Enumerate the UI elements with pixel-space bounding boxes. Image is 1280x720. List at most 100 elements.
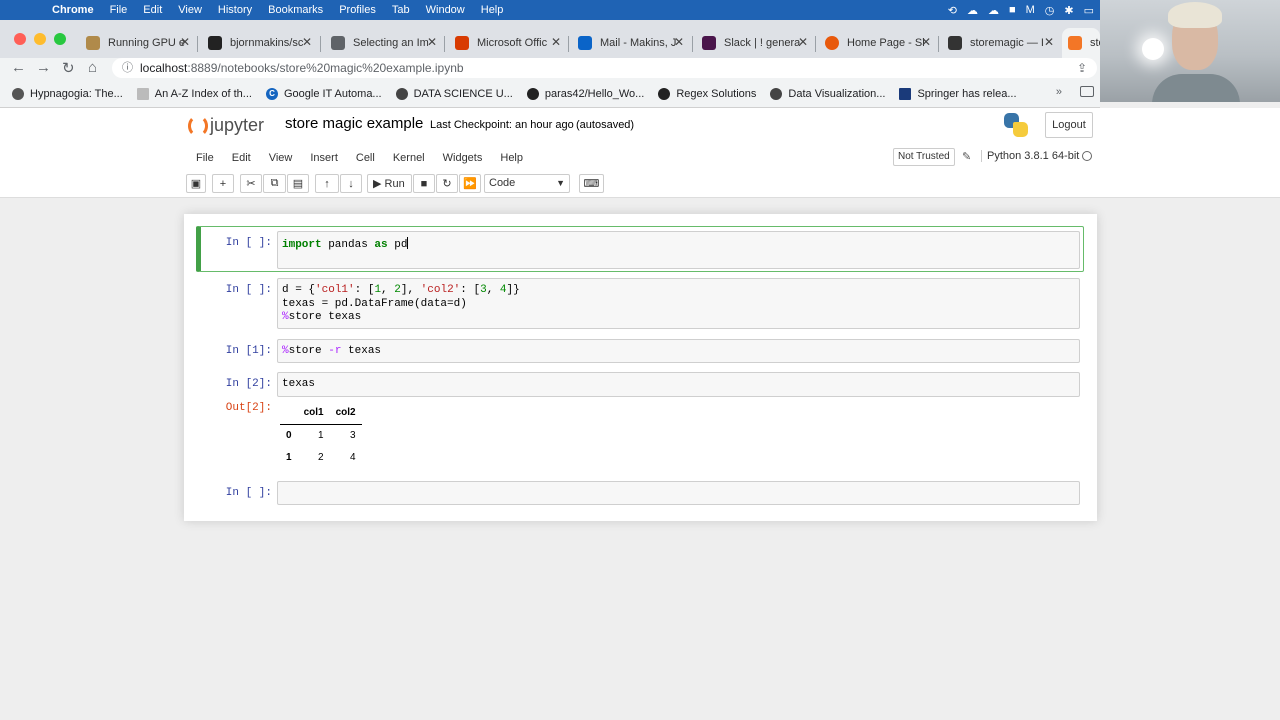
browser-tab[interactable]: bjornmakins/sc ✕ xyxy=(202,28,318,58)
command-palette-button[interactable]: ⌨ xyxy=(579,174,604,193)
close-icon[interactable]: ✕ xyxy=(798,35,808,49)
battery-icon[interactable]: ▭ xyxy=(1084,4,1094,17)
browser-tab[interactable]: storemagic — I ✕ xyxy=(942,28,1060,58)
maximize-window-button[interactable] xyxy=(54,33,66,45)
run-button[interactable]: ▶ Run xyxy=(367,174,412,193)
code-cell-3[interactable]: %store -r texas xyxy=(277,339,1080,363)
bookmark-item[interactable]: An A-Z Index of th... xyxy=(136,87,252,100)
info-icon[interactable]: ⓘ xyxy=(122,58,133,78)
cell-type-select[interactable]: Code ▼ xyxy=(484,174,570,193)
address-bar[interactable]: ⓘ localhost:8889/notebooks/store%20magic… xyxy=(112,58,1097,78)
mirror-icon[interactable]: ⟲ xyxy=(948,4,957,17)
tab-strip: Running GPU e ✕ bjornmakins/sc ✕ Selecting… xyxy=(0,20,1100,58)
share-icon[interactable]: ⇪ xyxy=(1077,58,1087,78)
forward-icon[interactable]: → xyxy=(36,59,51,76)
menu-view[interactable]: View xyxy=(170,4,210,16)
menu-window[interactable]: Window xyxy=(418,4,473,16)
close-icon[interactable]: ✕ xyxy=(674,35,684,49)
table-row: 013 xyxy=(286,429,356,441)
close-icon[interactable]: ✕ xyxy=(180,35,190,49)
bluetooth-icon[interactable]: ✱ xyxy=(1064,4,1073,17)
menu-cell[interactable]: Cell xyxy=(356,152,375,164)
restart-run-all-button[interactable]: ⏩ xyxy=(459,174,481,193)
menu-profiles[interactable]: Profiles xyxy=(331,4,384,16)
globe-icon xyxy=(395,87,408,100)
back-icon[interactable]: ← xyxy=(11,59,26,76)
code-cell-4[interactable]: texas xyxy=(277,372,1080,397)
move-down-button[interactable]: ↓ xyxy=(340,174,362,193)
close-icon[interactable]: ✕ xyxy=(551,35,561,49)
close-icon[interactable]: ✕ xyxy=(1044,35,1054,49)
bookmarks-bar: Hypnagogia: The... An A-Z Index of th...… xyxy=(0,80,1100,108)
jupyter-header: jupyter store magic example Last Checkpo… xyxy=(0,108,1280,145)
python-logo-icon xyxy=(1004,113,1028,137)
bookmark-item[interactable]: Regex Solutions xyxy=(658,87,756,100)
bookmark-item[interactable]: paras42/Hello_Wo... xyxy=(526,87,644,100)
globe-icon xyxy=(12,87,24,100)
reload-icon[interactable]: ↻ xyxy=(62,59,75,77)
malwarebytes-icon[interactable]: M xyxy=(1026,4,1035,16)
bookmark-item[interactable]: Data Visualization... xyxy=(770,87,885,100)
code-cell-5[interactable] xyxy=(277,481,1080,505)
menu-app[interactable]: Chrome xyxy=(44,4,102,16)
close-window-button[interactable] xyxy=(14,33,26,45)
slack-icon xyxy=(702,36,716,50)
notebook-title[interactable]: store magic example xyxy=(285,115,423,132)
menu-edit[interactable]: Edit xyxy=(232,152,251,164)
menu-history[interactable]: History xyxy=(210,4,260,16)
close-icon[interactable]: ✕ xyxy=(921,35,931,49)
restart-icon: ↻ xyxy=(442,178,452,190)
cloud-sync-icon[interactable]: ☁ xyxy=(988,4,999,17)
interrupt-button[interactable]: ■ xyxy=(413,174,435,193)
bookmark-item[interactable]: C Google IT Automa... xyxy=(265,87,382,100)
code-cell-1[interactable]: import pandas as pd xyxy=(277,231,1080,269)
code-cell-2[interactable]: d = {'col1': [1, 2], 'col2': [3, 4]} tex… xyxy=(277,278,1080,329)
menu-edit[interactable]: Edit xyxy=(135,4,170,16)
move-up-button[interactable]: ↑ xyxy=(315,174,339,193)
bookmark-item[interactable]: Springer has relea... xyxy=(899,87,1017,100)
cut-button[interactable]: ✂ xyxy=(240,174,262,193)
menu-help[interactable]: Help xyxy=(473,4,512,16)
menu-bookmarks[interactable]: Bookmarks xyxy=(260,4,331,16)
plus-icon: + xyxy=(219,177,227,190)
save-button[interactable]: ▣ xyxy=(186,174,206,193)
menu-file[interactable]: File xyxy=(102,4,136,16)
browser-tab[interactable]: Microsoft Offic ✕ xyxy=(449,28,567,58)
menu-file[interactable]: File xyxy=(196,152,214,164)
browser-tab[interactable]: Home Page - Sl ✕ xyxy=(819,28,937,58)
logout-button[interactable]: Logout xyxy=(1045,112,1093,138)
jupyter-logo[interactable]: jupyter xyxy=(188,113,278,139)
browser-tab[interactable]: Running GPU e ✕ xyxy=(80,28,196,58)
close-icon[interactable]: ✕ xyxy=(302,35,312,49)
kernel-name[interactable]: Python 3.8.1 64-bit xyxy=(981,150,1079,162)
copy-button[interactable]: ⧉ xyxy=(263,174,286,193)
browser-tab[interactable]: Mail - Makins, J ✕ xyxy=(572,28,690,58)
clock-icon[interactable]: ◷ xyxy=(1045,4,1055,17)
home-icon[interactable]: ⌂ xyxy=(88,59,97,76)
menu-insert[interactable]: Insert xyxy=(310,152,338,164)
bookmark-item[interactable]: Hypnagogia: The... xyxy=(12,87,123,100)
df-column-header: col1 xyxy=(297,402,330,425)
browser-tab[interactable]: Slack | ! genera ✕ xyxy=(696,28,814,58)
restart-button[interactable]: ↻ xyxy=(436,174,458,193)
menu-tab[interactable]: Tab xyxy=(384,4,418,16)
bookmark-item[interactable]: DATA SCIENCE U... xyxy=(395,87,513,100)
trust-button[interactable]: Not Trusted xyxy=(893,148,955,166)
pencil-icon[interactable]: ✎ xyxy=(962,150,971,163)
browser-tab-active[interactable]: sto xyxy=(1062,28,1100,58)
insert-cell-button[interactable]: + xyxy=(212,174,234,193)
globe-icon xyxy=(770,87,783,100)
keyboard-icon: ⌨ xyxy=(583,178,600,190)
app-icon[interactable]: ■ xyxy=(1009,4,1016,16)
more-bookmarks-icon[interactable]: » xyxy=(1056,86,1062,98)
browser-tab[interactable]: Selecting an Im ✕ xyxy=(325,28,443,58)
menu-kernel[interactable]: Kernel xyxy=(393,152,425,164)
close-icon[interactable]: ✕ xyxy=(427,35,437,49)
folder-icon[interactable] xyxy=(1080,86,1094,97)
menu-view[interactable]: View xyxy=(269,152,293,164)
paste-button[interactable]: ▤ xyxy=(287,174,309,193)
menu-widgets[interactable]: Widgets xyxy=(443,152,483,164)
minimize-window-button[interactable] xyxy=(34,33,46,45)
menu-help[interactable]: Help xyxy=(500,152,523,164)
cloud-icon[interactable]: ☁ xyxy=(967,4,978,17)
